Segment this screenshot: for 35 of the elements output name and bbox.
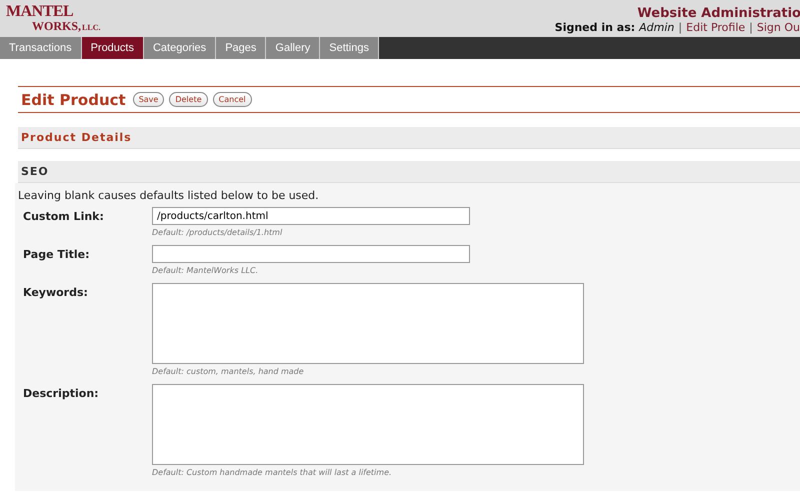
field-label: Custom Link: (23, 209, 105, 225)
default-hint: Default: Custom handmade mantels that will last a lifetime. (152, 468, 393, 477)
default-hint: Default: custom, mantels, hand made (152, 367, 305, 376)
edit-profile-link[interactable]: Edit Profile (686, 21, 746, 34)
action-button[interactable]: Delete (169, 92, 208, 107)
default-hint: Default: /products/details/1.html (152, 228, 284, 237)
text-area[interactable] (152, 384, 584, 465)
page-title: Edit Product (20, 90, 126, 108)
site-title: Website Administratio (637, 6, 800, 21)
subsection-title: SEO (21, 165, 49, 178)
nav-tab[interactable]: Pages (216, 37, 266, 59)
text-field[interactable]: /products/carlton.html (152, 207, 470, 225)
nav-tab[interactable]: Transactions (0, 37, 82, 59)
nav-tab[interactable]: Categories (144, 37, 216, 59)
sign-out-link[interactable]: Sign Ou (756, 21, 800, 34)
separator: | (678, 21, 682, 34)
field-label: Keywords: (23, 285, 89, 301)
nav-tab[interactable]: Gallery (266, 37, 320, 59)
logo-suffix: LLC. (82, 24, 100, 32)
nav-tab[interactable]: Products (82, 37, 144, 59)
default-hint: Default: MantelWorks LLC. (152, 266, 260, 275)
logo-text: MANTEL (6, 4, 74, 20)
separator: | (749, 21, 753, 34)
section-title: Product Details (21, 131, 132, 144)
action-button[interactable]: Save (132, 92, 164, 107)
signed-in-label: Signed in as: (554, 21, 636, 34)
field-label: Description: (23, 386, 100, 402)
text-field[interactable] (152, 245, 470, 263)
field-label: Page Title: (23, 247, 91, 263)
help-text: Leaving blank causes defaults listed below to be used. (17, 189, 320, 202)
user-name: Admin (639, 21, 674, 34)
logo-text: WORKS, (32, 20, 82, 32)
action-button[interactable]: Cancel (212, 92, 252, 107)
text-area[interactable] (152, 283, 584, 364)
nav-tab[interactable]: Settings (320, 37, 379, 59)
